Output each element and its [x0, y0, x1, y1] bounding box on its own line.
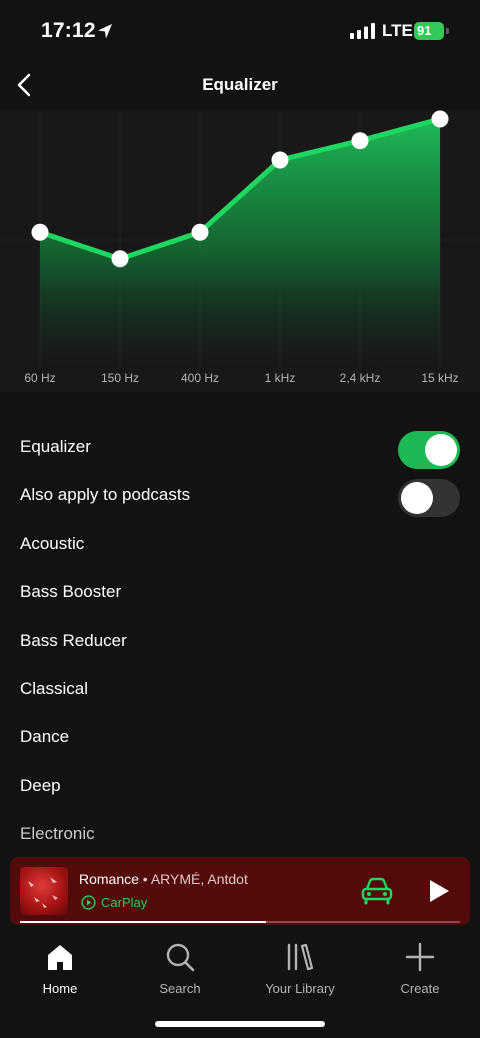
band-label-150hz: 150 Hz	[100, 371, 140, 385]
toggle-knob	[425, 434, 457, 466]
album-art-birds	[28, 877, 58, 908]
device-play-icon	[81, 895, 96, 910]
band-label-60hz: 60 Hz	[24, 371, 56, 385]
nav-create-label: Create	[400, 981, 440, 996]
equalizer-graph-panel: 60 Hz 150 Hz 400 Hz 1 kHz 2,4 kHz 15 kHz	[0, 110, 480, 392]
track-info: Romance • ARYMÉ, Antdot	[79, 871, 248, 887]
page-title: Equalizer	[202, 75, 278, 94]
status-time: 17:12	[41, 19, 96, 42]
podcasts-toggle-row: Also apply to podcasts	[0, 473, 480, 521]
header: Equalizer	[0, 64, 480, 110]
track-separator: •	[138, 871, 151, 887]
search-icon	[166, 943, 195, 972]
eq-band-handle-5[interactable]	[431, 110, 449, 128]
toggle-knob	[401, 482, 433, 515]
network-type: LTE	[382, 21, 413, 40]
preset-electronic[interactable]: Electronic	[0, 812, 480, 860]
nav-home-label: Home	[42, 981, 78, 996]
nav-library-label: Your Library	[265, 981, 335, 996]
battery-level: 91	[414, 22, 444, 40]
status-bar: 17:12 LTE 91	[0, 0, 480, 64]
preset-bass-booster[interactable]: Bass Booster	[0, 570, 480, 618]
preset-label: Bass Reducer	[20, 630, 127, 650]
eq-band-handle-3[interactable]	[271, 151, 289, 169]
settings-list: Equalizer Also apply to podcasts Acousti…	[0, 425, 480, 861]
band-label-15khz: 15 kHz	[421, 371, 459, 385]
car-icon[interactable]	[360, 875, 394, 907]
equalizer-toggle[interactable]	[398, 431, 460, 469]
nav-search-label: Search	[159, 981, 201, 996]
play-icon[interactable]	[426, 878, 452, 904]
track-artists: ARYMÉ, Antdot	[150, 871, 248, 887]
library-icon	[287, 943, 314, 971]
nav-library[interactable]: Your Library	[240, 940, 360, 996]
playback-progress-bar[interactable]	[20, 921, 460, 923]
preset-label: Bass Booster	[20, 582, 122, 602]
nav-home[interactable]: Home	[0, 940, 120, 996]
location-arrow-icon	[98, 24, 112, 39]
battery-tip	[446, 28, 449, 34]
preset-label: Dance	[20, 727, 70, 747]
cellular-signal-icon	[350, 23, 375, 39]
preset-deep[interactable]: Deep	[0, 764, 480, 812]
track-title: Romance	[79, 871, 139, 887]
equalizer-curve-fill	[40, 119, 440, 365]
preset-label: Classical	[20, 678, 89, 698]
equalizer-toggle-label: Equalizer	[20, 437, 91, 456]
eq-band-handle-0[interactable]	[31, 223, 49, 241]
preset-classical[interactable]: Classical	[0, 667, 480, 715]
connected-device[interactable]: CarPlay	[81, 895, 147, 910]
eq-band-handle-2[interactable]	[191, 223, 209, 241]
album-art	[20, 867, 68, 915]
eq-band-handle-1[interactable]	[111, 250, 129, 268]
band-label-400hz: 400 Hz	[180, 371, 220, 385]
podcasts-toggle-label: Also apply to podcasts	[20, 485, 191, 505]
equalizer-toggle-row: Equalizer	[0, 425, 480, 473]
nav-create[interactable]: Create	[360, 940, 480, 996]
podcasts-toggle[interactable]	[398, 479, 460, 518]
home-icon	[48, 945, 72, 970]
home-indicator	[155, 1021, 325, 1027]
preset-label: Electronic	[20, 824, 95, 844]
preset-acoustic[interactable]: Acoustic	[0, 522, 480, 570]
plus-icon	[405, 942, 435, 972]
equalizer-graph[interactable]	[0, 110, 480, 392]
preset-bass-reducer[interactable]: Bass Reducer	[0, 619, 480, 667]
preset-label: Acoustic	[20, 533, 85, 553]
preset-dance[interactable]: Dance	[0, 715, 480, 763]
preset-label: Deep	[20, 775, 61, 795]
eq-band-handle-4[interactable]	[351, 132, 369, 150]
band-label-1khz: 1 kHz	[264, 371, 296, 385]
device-name: CarPlay	[101, 895, 148, 910]
mini-player[interactable]: Romance • ARYMÉ, Antdot CarPlay	[10, 857, 470, 925]
playback-progress-fill	[20, 921, 267, 923]
band-label-2-4khz: 2,4 kHz	[339, 371, 381, 385]
nav-search[interactable]: Search	[120, 940, 240, 996]
